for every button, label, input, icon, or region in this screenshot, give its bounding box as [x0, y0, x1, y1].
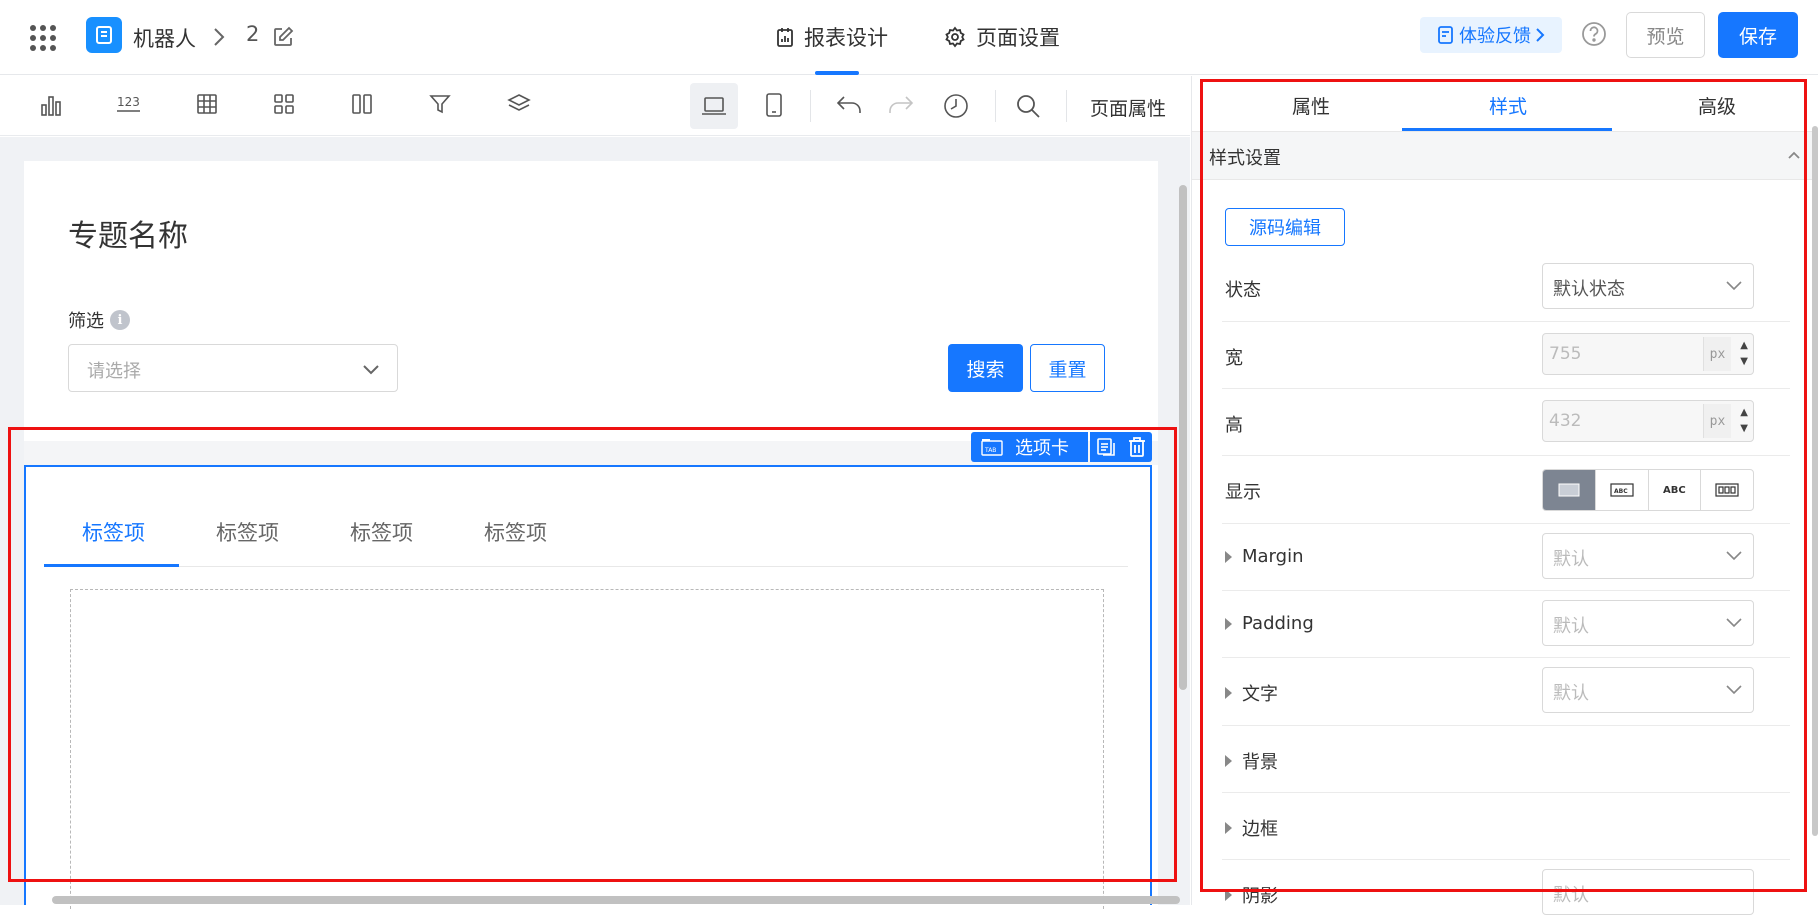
canvas-vertical-scrollbar[interactable] — [1179, 185, 1187, 690]
grid-layout-icon[interactable] — [273, 93, 295, 115]
layers-icon[interactable] — [507, 93, 531, 115]
highlight-box-tabs-component — [8, 427, 1177, 882]
design-toolbar: 123 页面属性 — [0, 76, 1190, 136]
svg-text:123: 123 — [117, 95, 140, 109]
chevron-right-icon — [1535, 27, 1545, 43]
toolbar-separator — [810, 90, 811, 122]
toolbar-separator — [995, 90, 996, 122]
laptop-icon[interactable] — [701, 96, 727, 116]
page-properties-button[interactable]: 页面属性 — [1090, 94, 1166, 121]
tab-page-settings-label: 页面设置 — [976, 26, 1060, 50]
bar-chart-icon[interactable] — [40, 93, 62, 117]
redo-icon[interactable] — [888, 93, 914, 115]
canvas-horizontal-scrollbar[interactable] — [52, 896, 1180, 904]
document-logo-icon — [94, 25, 114, 45]
filter-label-text: 筛选 — [68, 311, 104, 332]
feedback-label: 体验反馈 — [1459, 26, 1531, 47]
breadcrumb-app[interactable]: 机器人 — [133, 23, 196, 53]
gear-icon — [944, 26, 966, 48]
number-card-icon[interactable]: 123 — [116, 93, 142, 117]
app-logo — [86, 17, 122, 53]
search-button[interactable]: 搜索 — [948, 344, 1023, 392]
chevron-right-icon — [212, 27, 226, 47]
table-icon[interactable] — [196, 93, 218, 115]
panel-scrollbar[interactable] — [1812, 126, 1818, 836]
search-icon[interactable] — [1015, 93, 1041, 119]
tab-page-settings[interactable]: 页面设置 — [944, 22, 1060, 52]
report-icon — [776, 27, 794, 47]
edit-icon[interactable] — [272, 26, 294, 48]
feedback-icon — [1437, 25, 1455, 45]
chevron-down-icon — [361, 359, 381, 379]
filter-select-placeholder: 请选择 — [87, 361, 141, 382]
preview-button[interactable]: 预览 — [1626, 12, 1705, 58]
mobile-icon[interactable] — [765, 93, 783, 117]
filter-select[interactable]: 请选择 — [68, 344, 398, 392]
tab-report-design[interactable]: 报表设计 — [776, 22, 888, 52]
columns-icon[interactable] — [351, 93, 373, 115]
tab-report-design-label: 报表设计 — [804, 26, 888, 50]
filter-icon[interactable] — [429, 93, 451, 115]
breadcrumb-page: 2 — [246, 22, 260, 46]
top-header: 机器人 2 报表设计 页面设置 体验反馈 预览 保存 — [0, 0, 1818, 75]
page-title[interactable]: 专题名称 — [68, 211, 188, 255]
active-tab-indicator — [815, 71, 859, 75]
info-icon[interactable]: i — [110, 310, 130, 330]
filter-label: 筛选 i — [68, 307, 130, 333]
feedback-button[interactable]: 体验反馈 — [1420, 17, 1562, 53]
help-icon[interactable] — [1581, 21, 1607, 47]
reset-button[interactable]: 重置 — [1030, 344, 1105, 392]
highlight-box-style-panel — [1200, 79, 1807, 892]
apps-grid-icon[interactable] — [30, 25, 56, 51]
save-button[interactable]: 保存 — [1718, 12, 1798, 58]
history-icon[interactable] — [943, 93, 969, 119]
toolbar-separator — [1066, 90, 1067, 122]
undo-icon[interactable] — [836, 93, 862, 115]
